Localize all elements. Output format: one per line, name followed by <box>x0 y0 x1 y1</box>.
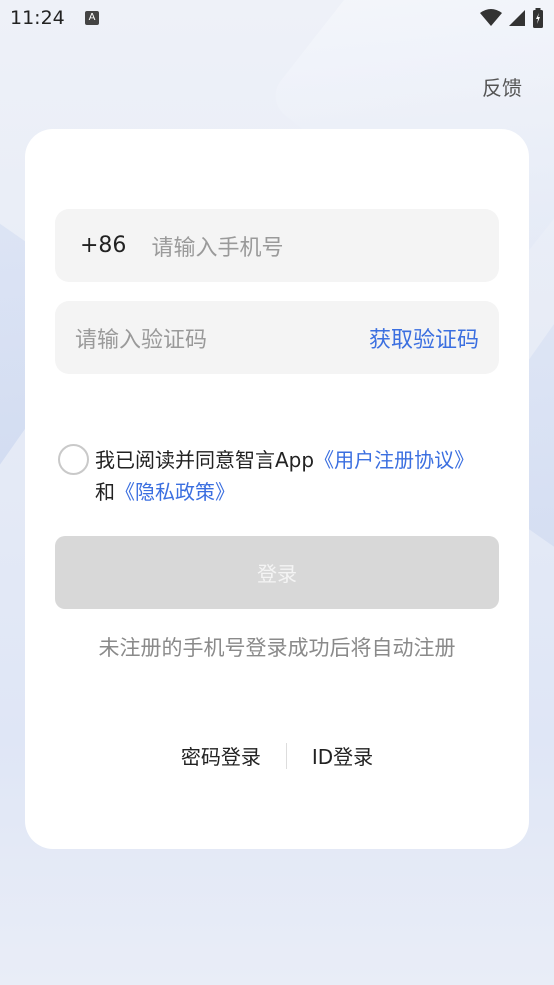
alt-login-options: 密码登录 ID登录 <box>25 741 529 770</box>
status-time: 11:24 <box>10 7 65 29</box>
status-bar: 11:24 A <box>0 0 554 38</box>
signal-icon <box>509 10 525 26</box>
agreement-checkbox[interactable] <box>58 444 89 475</box>
phone-field[interactable]: +86 请输入手机号 <box>55 209 499 282</box>
status-icons <box>480 8 544 28</box>
agreement-and: 和 <box>95 480 115 504</box>
feedback-link[interactable]: 反馈 <box>482 72 522 101</box>
password-login-link[interactable]: 密码登录 <box>181 741 261 770</box>
agreement-text: 我已阅读并同意智言App《用户注册协议》和《隐私政策》 <box>95 444 478 508</box>
wifi-icon <box>480 9 502 26</box>
country-code[interactable]: +86 <box>80 233 126 258</box>
get-code-button[interactable]: 获取验证码 <box>369 322 479 354</box>
battery-icon <box>533 8 543 28</box>
phone-input-placeholder[interactable]: 请输入手机号 <box>151 230 283 262</box>
id-login-link[interactable]: ID登录 <box>312 741 373 770</box>
divider <box>285 742 287 769</box>
auto-register-note: 未注册的手机号登录成功后将自动注册 <box>98 636 456 660</box>
code-input-placeholder[interactable]: 请输入验证码 <box>75 322 207 354</box>
privacy-policy-link[interactable]: 《隐私政策》 <box>115 480 235 504</box>
agreement-row: 我已阅读并同意智言App《用户注册协议》和《隐私政策》 <box>58 444 478 508</box>
login-card: +86 请输入手机号 请输入验证码 获取验证码 我已阅读并同意智言App《用户注… <box>25 129 529 849</box>
agreement-prefix: 我已阅读并同意智言App <box>95 448 315 472</box>
user-agreement-link[interactable]: 《用户注册协议》 <box>314 448 474 472</box>
notification-icon: A <box>85 11 99 25</box>
login-button[interactable]: 登录 <box>55 536 499 609</box>
verification-code-field[interactable]: 请输入验证码 获取验证码 <box>55 301 499 374</box>
